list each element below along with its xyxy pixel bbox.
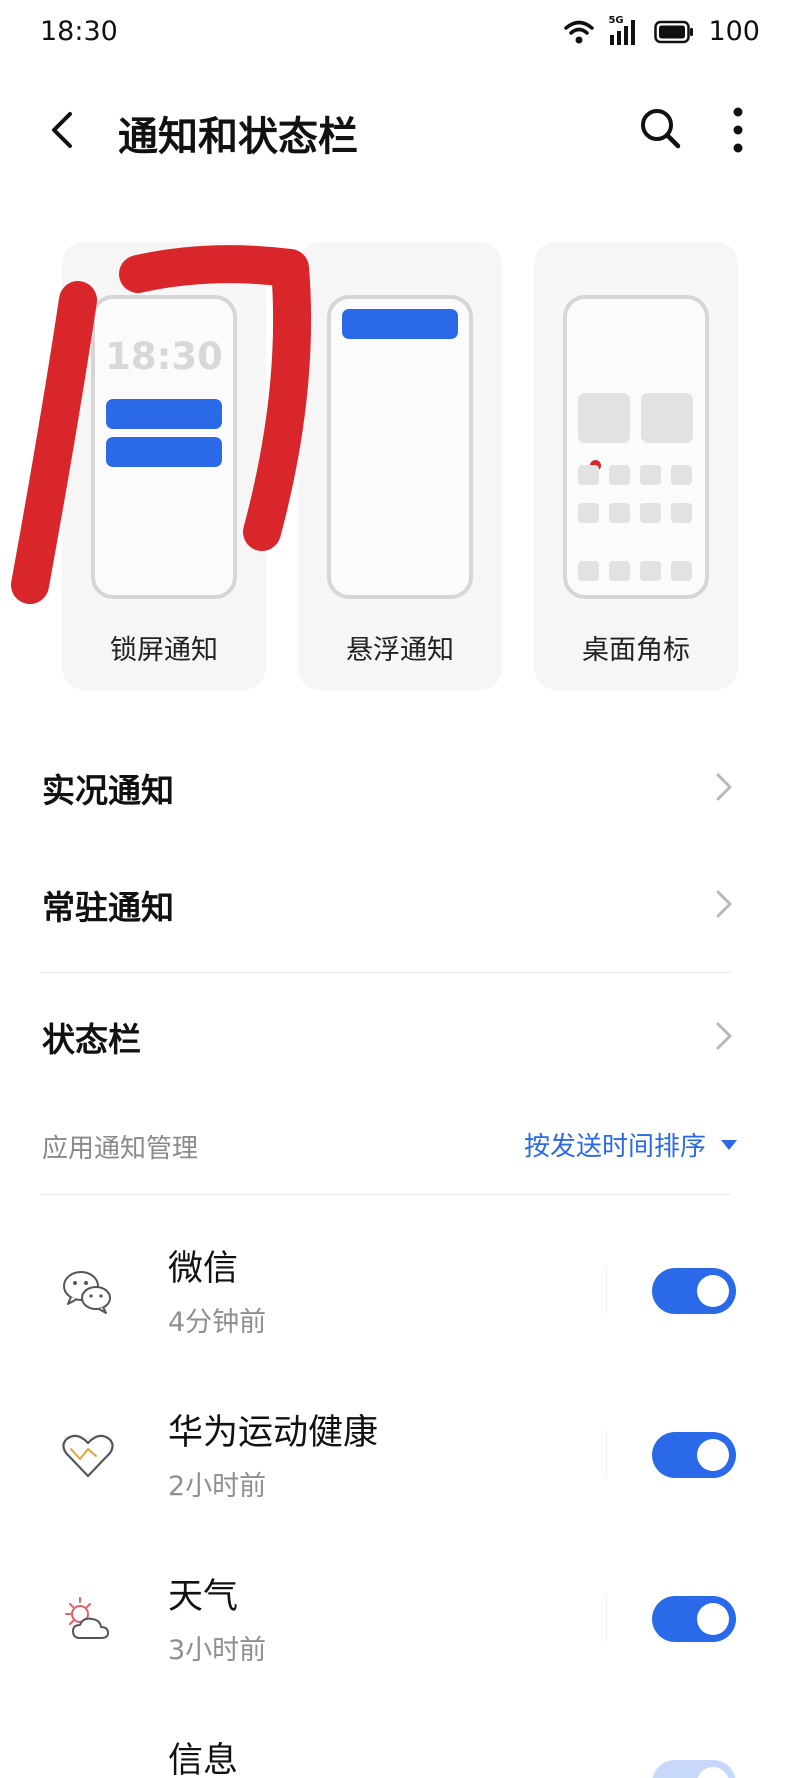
section-title: 应用通知管理 xyxy=(42,1134,199,1164)
wifi-icon xyxy=(564,20,595,43)
message-icon xyxy=(58,1754,118,1778)
lockscreen-notification-card[interactable]: 18:30 锁屏通知 xyxy=(62,242,266,690)
wechat-icon xyxy=(63,1271,111,1314)
preview-notification-bar xyxy=(106,437,222,467)
notification-toggle[interactable] xyxy=(652,1760,736,1778)
sort-label: 按发送时间排序 xyxy=(523,1132,706,1162)
app-last-time: 3小时前 xyxy=(168,1635,267,1666)
chevron-right-icon xyxy=(716,773,732,801)
preview-widget xyxy=(641,393,693,443)
more-vertical-icon xyxy=(733,107,743,153)
status-time: 18:30 xyxy=(40,16,118,47)
preview-clock: 18:30 xyxy=(105,335,223,378)
row-label: 状态栏 xyxy=(42,1020,141,1059)
battery-level: 100 xyxy=(708,16,760,47)
row-label: 常驻通知 xyxy=(42,888,174,927)
divider xyxy=(40,972,730,973)
sort-dropdown[interactable]: 按发送时间排序 xyxy=(524,1126,738,1163)
floating-notification-card[interactable]: 悬浮通知 xyxy=(298,242,502,690)
card-label: 悬浮通知 xyxy=(346,635,454,666)
desktop-badge-preview xyxy=(563,295,709,599)
separator xyxy=(606,1266,607,1314)
header: 通知和状态栏 xyxy=(0,80,800,180)
app-row-weather[interactable]: 天气 3小时前 xyxy=(0,1550,800,1700)
dropdown-triangle-icon xyxy=(721,1139,737,1150)
app-name: 微信 xyxy=(168,1249,239,1289)
back-button[interactable] xyxy=(38,102,88,158)
weather-icon xyxy=(65,1597,109,1639)
more-options-button[interactable] xyxy=(718,102,758,158)
app-name: 华为运动健康 xyxy=(168,1413,379,1453)
separator xyxy=(606,1594,607,1642)
lockscreen-preview: 18:30 xyxy=(91,295,237,599)
search-button[interactable] xyxy=(636,104,686,154)
app-name: 天气 xyxy=(168,1577,239,1617)
menu-row-live-notifications[interactable]: 实况通知 xyxy=(0,736,800,836)
divider xyxy=(40,1194,730,1195)
menu-row-persistent-notifications[interactable]: 常驻通知 xyxy=(0,853,800,953)
card-label: 锁屏通知 xyxy=(110,635,218,666)
back-arrow-icon xyxy=(52,112,72,148)
app-row-huawei-health[interactable]: 华为运动健康 2小时前 xyxy=(0,1386,800,1536)
notification-toggle[interactable] xyxy=(652,1432,736,1478)
app-name: 信息 xyxy=(168,1741,239,1778)
battery-icon xyxy=(654,20,694,43)
card-label: 桌面角标 xyxy=(582,635,690,666)
search-icon xyxy=(641,109,681,149)
app-row-messages[interactable]: 信息 xyxy=(0,1714,800,1778)
status-icons: 5G 100 xyxy=(564,15,760,47)
preview-banner xyxy=(342,309,458,339)
signal-icon: 5G xyxy=(608,15,640,47)
preview-widget xyxy=(578,393,630,443)
chevron-right-icon xyxy=(716,1022,732,1050)
preview-notification-bar xyxy=(106,399,222,429)
row-label: 实况通知 xyxy=(42,771,174,810)
status-bar: 18:30 5G 100 xyxy=(0,0,800,70)
badge-notification-card[interactable]: 桌面角标 xyxy=(534,242,738,690)
app-row-wechat[interactable]: 微信 4分钟前 xyxy=(0,1222,800,1372)
floating-preview xyxy=(327,295,473,599)
separator xyxy=(606,1430,607,1478)
notification-toggle[interactable] xyxy=(652,1268,736,1314)
app-last-time: 4分钟前 xyxy=(168,1307,267,1338)
app-last-time: 2小时前 xyxy=(168,1471,267,1502)
preview-app-grid xyxy=(578,460,694,585)
chevron-right-icon xyxy=(716,890,732,918)
page-title: 通知和状态栏 xyxy=(118,114,358,160)
notification-style-cards: 18:30 锁屏通知 悬浮通知 桌面角标 xyxy=(62,242,738,690)
notification-toggle[interactable] xyxy=(652,1596,736,1642)
menu-row-status-bar[interactable]: 状态栏 xyxy=(0,985,800,1085)
app-notification-section-header: 应用通知管理 按发送时间排序 xyxy=(0,1116,800,1176)
health-heart-icon xyxy=(62,1434,114,1478)
